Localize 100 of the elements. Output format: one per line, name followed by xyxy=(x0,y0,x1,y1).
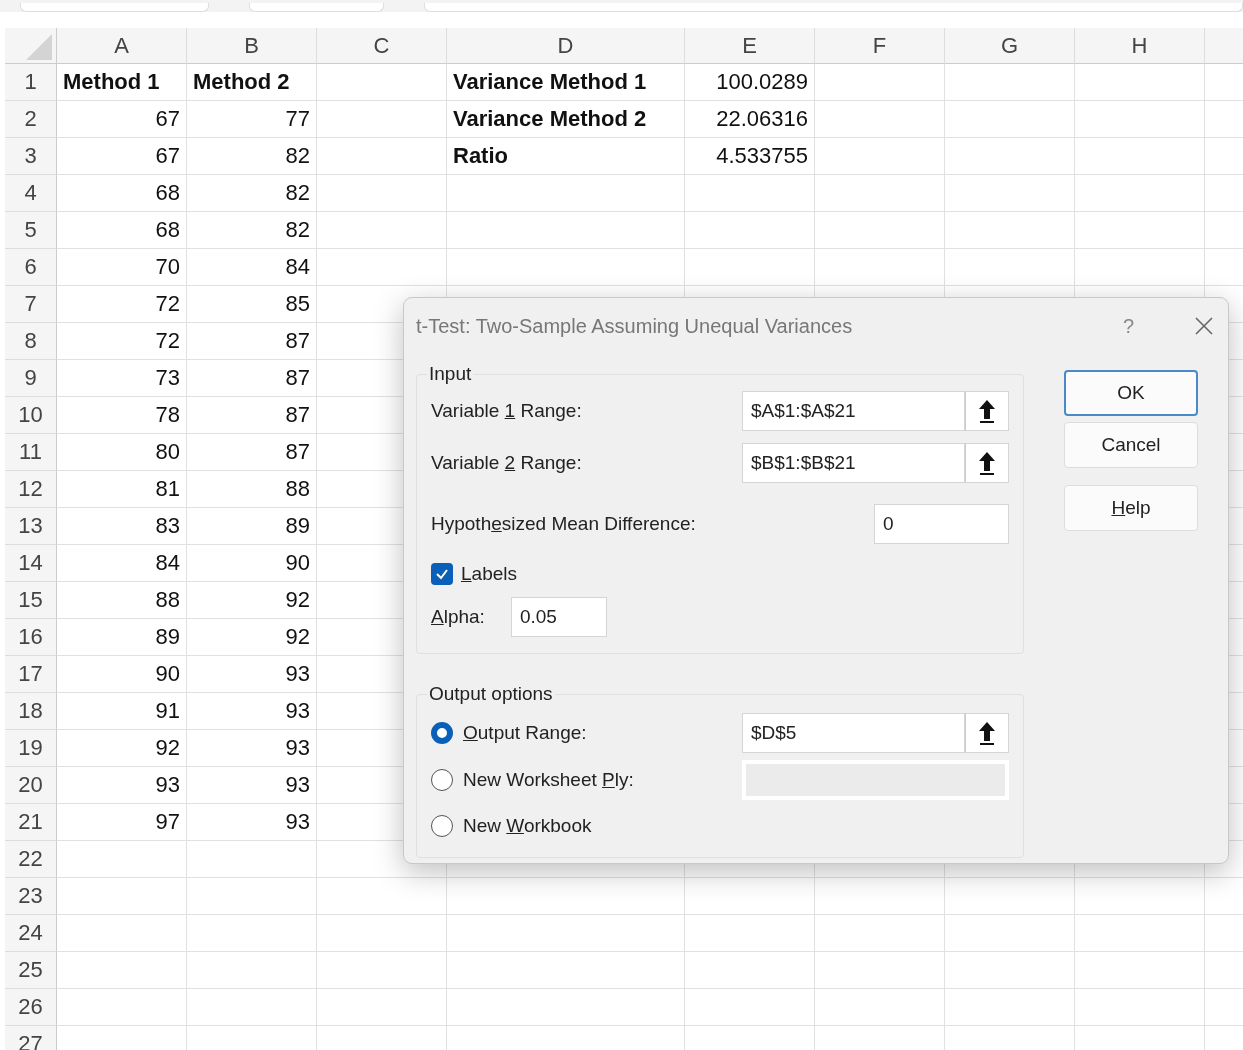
table-cell: 82 xyxy=(187,212,317,249)
table-cell: Method 1 xyxy=(57,64,187,101)
field-label: Hypothesized Mean Difference: xyxy=(431,513,696,535)
dialog-button[interactable]: OK xyxy=(1064,370,1198,416)
column-header[interactable]: A xyxy=(57,28,187,64)
table-cell: 87 xyxy=(187,434,317,471)
row-header[interactable]: 8 xyxy=(5,323,57,360)
table-cell: Method 2 xyxy=(187,64,317,101)
row-header[interactable]: 26 xyxy=(5,989,57,1026)
table-cell: 72 xyxy=(57,286,187,323)
row-header[interactable]: 11 xyxy=(5,434,57,471)
collapse-button[interactable] xyxy=(965,391,1009,431)
checkbox[interactable] xyxy=(431,563,453,585)
row-header[interactable]: 6 xyxy=(5,249,57,286)
table-cell: 89 xyxy=(57,619,187,656)
check-icon xyxy=(435,567,449,581)
input-field[interactable]: 0 xyxy=(874,504,1009,544)
dialog-button[interactable]: Help xyxy=(1064,485,1198,531)
column-header[interactable]: E xyxy=(685,28,815,64)
row-header[interactable]: 9 xyxy=(5,360,57,397)
row-header[interactable]: 24 xyxy=(5,915,57,952)
row-header[interactable]: 19 xyxy=(5,730,57,767)
dialog-button[interactable]: Cancel xyxy=(1064,422,1198,468)
row-header[interactable]: 5 xyxy=(5,212,57,249)
range-field[interactable]: $B$1:$B$21 xyxy=(742,443,965,483)
table-cell: 73 xyxy=(57,360,187,397)
table-cell: 68 xyxy=(57,175,187,212)
close-icon[interactable] xyxy=(1194,316,1214,336)
row-header[interactable]: 1 xyxy=(5,64,57,101)
field-label: Variable 1 Range: xyxy=(431,400,582,422)
column-header[interactable]: D xyxy=(447,28,685,64)
row-header[interactable]: 22 xyxy=(5,841,57,878)
field-label: Variable 2 Range: xyxy=(431,452,582,474)
table-cell: 72 xyxy=(57,323,187,360)
table-cell: 91 xyxy=(57,693,187,730)
row-header[interactable]: 18 xyxy=(5,693,57,730)
input-field[interactable]: 0.05 xyxy=(510,597,607,637)
table-cell: 90 xyxy=(57,656,187,693)
row-header[interactable]: 10 xyxy=(5,397,57,434)
table-cell: 92 xyxy=(187,619,317,656)
table-cell: 70 xyxy=(57,249,187,286)
radio-label[interactable]: New Workbook xyxy=(463,815,592,837)
checkbox-label[interactable]: Labels xyxy=(461,563,517,585)
table-cell: 93 xyxy=(187,767,317,804)
table-cell: 22.06316 xyxy=(685,101,815,138)
table-cell: 100.0289 xyxy=(685,64,815,101)
row-header[interactable]: 16 xyxy=(5,619,57,656)
column-header[interactable]: C xyxy=(317,28,447,64)
row-header[interactable]: 3 xyxy=(5,138,57,175)
table-cell: 87 xyxy=(187,397,317,434)
column-header[interactable]: G xyxy=(945,28,1075,64)
table-cell: 78 xyxy=(57,397,187,434)
table-cell: Variance Method 2 xyxy=(447,101,685,138)
row-header[interactable]: 12 xyxy=(5,471,57,508)
table-cell: 83 xyxy=(57,508,187,545)
radio-button[interactable] xyxy=(431,815,453,837)
range-field[interactable]: $D$5 xyxy=(742,713,965,753)
table-cell: 87 xyxy=(187,360,317,397)
table-cell: 93 xyxy=(187,656,317,693)
table-cell: Variance Method 1 xyxy=(447,64,685,101)
table-cell: 84 xyxy=(187,249,317,286)
table-cell: 93 xyxy=(187,693,317,730)
up-arrow-icon xyxy=(976,450,998,476)
up-arrow-icon xyxy=(976,398,998,424)
table-cell: 81 xyxy=(57,471,187,508)
table-cell: 88 xyxy=(57,582,187,619)
table-cell: 80 xyxy=(57,434,187,471)
row-header[interactable]: 2 xyxy=(5,101,57,138)
row-header[interactable]: 13 xyxy=(5,508,57,545)
table-cell: 92 xyxy=(187,582,317,619)
toolbar-field[interactable] xyxy=(424,3,1243,12)
column-header[interactable]: B xyxy=(187,28,317,64)
row-header[interactable]: 4 xyxy=(5,175,57,212)
collapse-button[interactable] xyxy=(965,443,1009,483)
row-header[interactable]: 25 xyxy=(5,952,57,989)
toolbar-field[interactable] xyxy=(248,3,384,12)
range-field[interactable]: $A$1:$A$21 xyxy=(742,391,965,431)
table-cell: 93 xyxy=(187,730,317,767)
table-cell: 93 xyxy=(187,804,317,841)
row-header[interactable]: 21 xyxy=(5,804,57,841)
row-header[interactable]: 7 xyxy=(5,286,57,323)
table-cell: 67 xyxy=(57,101,187,138)
column-header[interactable]: H xyxy=(1075,28,1205,64)
table-cell: Ratio xyxy=(447,138,685,175)
table-cell: 84 xyxy=(57,545,187,582)
table-cell: 89 xyxy=(187,508,317,545)
row-header[interactable]: 14 xyxy=(5,545,57,582)
radio-button[interactable] xyxy=(431,722,453,744)
radio-label[interactable]: Output Range: xyxy=(463,722,587,744)
row-header[interactable]: 23 xyxy=(5,878,57,915)
table-cell: 97 xyxy=(57,804,187,841)
up-arrow-icon xyxy=(976,720,998,746)
table-cell: 67 xyxy=(57,138,187,175)
row-header[interactable]: 17 xyxy=(5,656,57,693)
row-header[interactable]: 20 xyxy=(5,767,57,804)
collapse-button[interactable] xyxy=(965,713,1009,753)
toolbar-field[interactable] xyxy=(20,3,209,12)
table-cell: 92 xyxy=(57,730,187,767)
column-header[interactable]: F xyxy=(815,28,945,64)
row-header[interactable]: 15 xyxy=(5,582,57,619)
